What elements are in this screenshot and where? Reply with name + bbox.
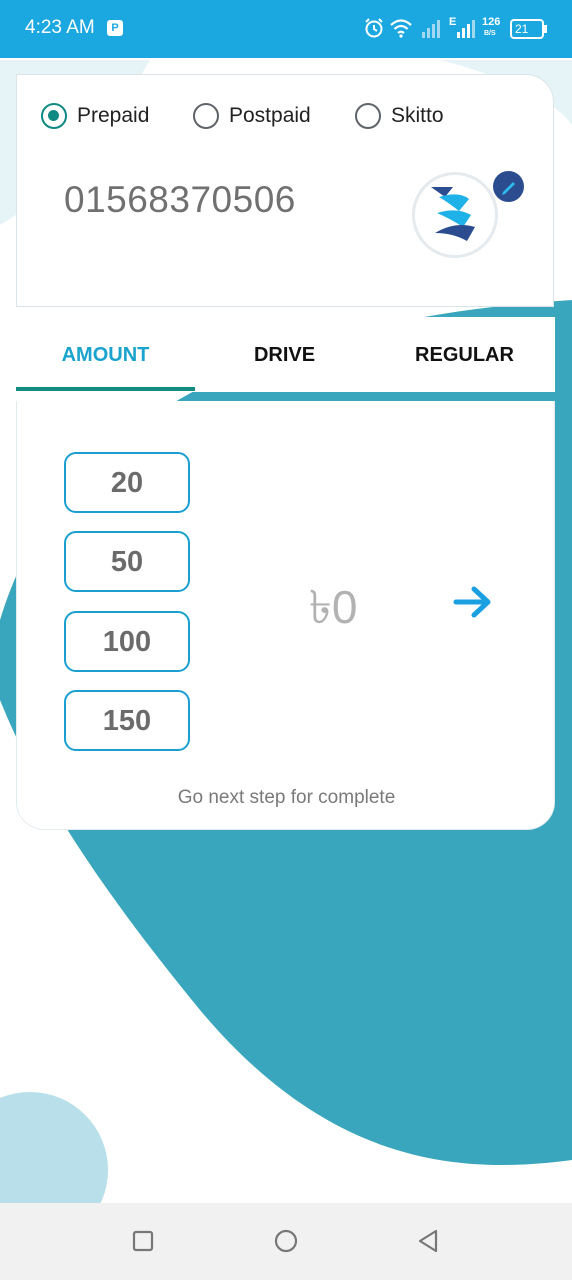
home-icon[interactable] xyxy=(270,1225,302,1257)
system-nav-bar xyxy=(0,1203,572,1280)
radio-postpaid[interactable]: Postpaid xyxy=(193,99,311,133)
amount-button-150[interactable]: 150 xyxy=(64,690,190,751)
amount-display[interactable]: ৳0 xyxy=(309,573,358,649)
amount-button-50[interactable]: 50 xyxy=(64,531,190,592)
radio-prepaid-circle[interactable] xyxy=(41,103,67,129)
back-icon[interactable] xyxy=(413,1225,445,1257)
operator-logo[interactable] xyxy=(412,172,498,258)
hint-text: Go next step for complete xyxy=(177,787,396,808)
signal-icon xyxy=(422,20,440,38)
operator-logo-icon xyxy=(431,187,475,241)
net-speed-unit: B/S xyxy=(484,30,496,37)
tab-regular[interactable]: REGULAR xyxy=(375,317,554,392)
status-bar: 4:23 AM P E 126 B/S 21 xyxy=(0,0,572,58)
alarm-icon xyxy=(365,18,383,38)
amount-card: 20 50 100 150 ৳0 Go next step for comple… xyxy=(16,401,555,830)
signal-icon xyxy=(457,20,475,38)
wifi-icon xyxy=(390,19,412,38)
radio-postpaid-circle[interactable] xyxy=(193,103,219,129)
amount-button-20[interactable]: 20 xyxy=(64,452,190,513)
radio-skitto-label: Skitto xyxy=(391,104,444,127)
topup-tabs: AMOUNT DRIVE REGULAR xyxy=(16,317,555,392)
amount-button-100[interactable]: 100 xyxy=(64,611,190,672)
radio-skitto-circle[interactable] xyxy=(355,103,381,129)
radio-skitto[interactable]: Skitto xyxy=(355,99,444,133)
battery-level: 21 xyxy=(515,22,529,36)
arrow-right-icon[interactable] xyxy=(452,581,494,623)
radio-postpaid-label: Postpaid xyxy=(229,104,311,127)
radio-prepaid-label: Prepaid xyxy=(77,104,150,127)
radio-prepaid[interactable]: Prepaid xyxy=(41,99,149,133)
pencil-icon xyxy=(502,182,515,195)
phone-number[interactable]: 01568370506 xyxy=(64,179,296,221)
recent-apps-icon[interactable] xyxy=(127,1225,159,1257)
tab-drive[interactable]: DRIVE xyxy=(195,317,374,392)
tab-amount[interactable]: AMOUNT xyxy=(16,317,195,392)
edit-operator-button[interactable] xyxy=(493,171,524,202)
net-speed: 126 xyxy=(482,16,501,28)
active-tab-indicator xyxy=(16,387,195,391)
recipient-card: Prepaid Postpaid Skitto 01568370506 xyxy=(16,74,554,307)
app-notification-icon: P xyxy=(107,20,123,36)
status-time: 4:23 AM xyxy=(25,17,95,38)
